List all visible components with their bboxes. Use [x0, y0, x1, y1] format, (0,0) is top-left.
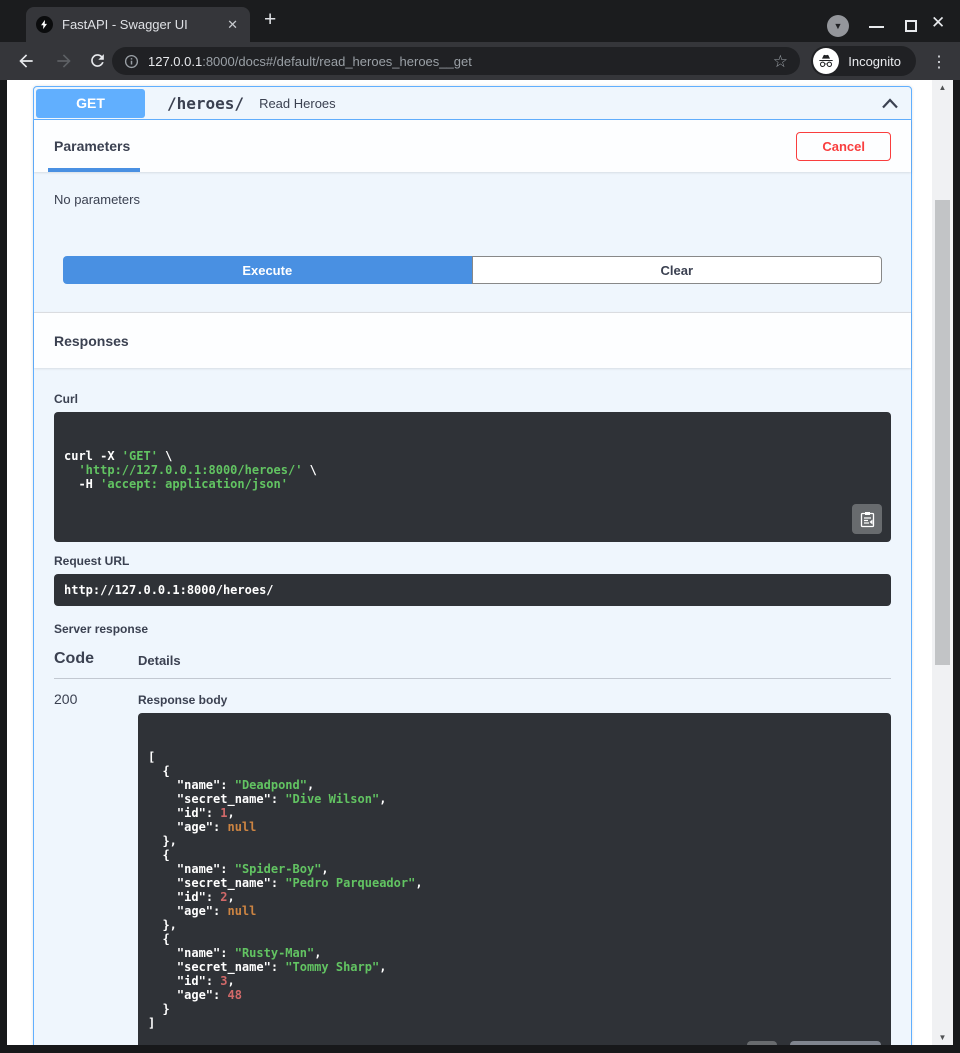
- parameters-body: No parameters: [34, 172, 911, 227]
- download-button[interactable]: Download: [790, 1041, 881, 1045]
- response-body-label: Response body: [138, 693, 891, 707]
- no-parameters-text: No parameters: [54, 192, 891, 207]
- new-tab-icon[interactable]: +: [264, 8, 276, 32]
- opblock-summary[interactable]: GET /heroes/ Read Heroes: [34, 87, 911, 120]
- parameters-header: Parameters Cancel: [34, 120, 911, 172]
- clear-button[interactable]: Clear: [472, 256, 883, 284]
- execute-button[interactable]: Execute: [63, 256, 472, 284]
- browser-menu-icon[interactable]: ⋮: [931, 52, 947, 72]
- endpoint-summary: Read Heroes: [259, 96, 336, 111]
- reload-icon[interactable]: [88, 51, 107, 75]
- fastapi-favicon-icon: [36, 16, 53, 33]
- copy-response-button[interactable]: [747, 1041, 777, 1045]
- incognito-badge: Incognito: [811, 46, 916, 76]
- back-icon[interactable]: [16, 51, 36, 76]
- site-info-icon[interactable]: [124, 54, 139, 69]
- collapse-chevron-icon[interactable]: [881, 98, 899, 109]
- browser-toolbar: 127.0.0.1:8000/docs#/default/read_heroes…: [0, 42, 960, 80]
- url-text: 127.0.0.1:8000/docs#/default/read_heroes…: [148, 54, 472, 69]
- tab-close-icon[interactable]: ✕: [225, 17, 240, 33]
- incognito-icon: [813, 48, 839, 74]
- cancel-button[interactable]: Cancel: [796, 132, 891, 161]
- curl-command: curl -X 'GET' \ 'http://127.0.0.1:8000/h…: [54, 412, 891, 542]
- method-badge: GET: [36, 89, 145, 118]
- curl-label: Curl: [54, 392, 891, 406]
- response-details: Response body [ { "name": "Deadpond", "s…: [138, 691, 891, 1045]
- bookmark-star-icon[interactable]: ☆: [773, 53, 788, 70]
- responses-body: Curl curl -X 'GET' \ 'http://127.0.0.1:8…: [34, 368, 911, 1045]
- server-response-row: 200 Response body [ { "name": "Deadpond"…: [54, 679, 891, 1045]
- server-response-table-head: Code Details: [54, 642, 891, 679]
- responses-title: Responses: [54, 333, 129, 349]
- browser-tab[interactable]: FastAPI - Swagger UI ✕: [26, 7, 250, 42]
- browser-titlebar: FastAPI - Swagger UI ✕ + ▼ ✕: [0, 0, 960, 42]
- url-bar[interactable]: 127.0.0.1:8000/docs#/default/read_heroes…: [112, 47, 800, 75]
- status-code: 200: [54, 691, 138, 1045]
- url-host: 127.0.0.1: [148, 54, 202, 69]
- window-close-icon[interactable]: ✕: [931, 13, 945, 33]
- copy-curl-button[interactable]: [852, 504, 882, 534]
- response-body-actions: Download: [747, 1041, 881, 1045]
- tab-search-icon[interactable]: ▼: [827, 15, 849, 37]
- execute-row: Execute Clear: [34, 227, 911, 312]
- url-path: :8000/docs#/default/read_heroes_heroes__…: [202, 54, 472, 69]
- parameters-tab-underline: [48, 168, 140, 172]
- tab-title: FastAPI - Swagger UI: [62, 17, 225, 32]
- request-url-value: http://127.0.0.1:8000/heroes/: [54, 574, 891, 606]
- opblock-get-heroes: GET /heroes/ Read Heroes Parameters Canc…: [33, 86, 912, 1045]
- scrollbar-thumb[interactable]: [935, 200, 950, 665]
- responses-header: Responses: [34, 312, 911, 368]
- server-response-label: Server response: [54, 622, 891, 636]
- incognito-label: Incognito: [848, 54, 901, 69]
- endpoint-path: /heroes/: [167, 94, 244, 113]
- parameters-title: Parameters: [54, 138, 130, 154]
- details-column-header: Details: [138, 650, 181, 668]
- page-content: GET /heroes/ Read Heroes Parameters Canc…: [7, 80, 932, 1045]
- window-minimize-icon[interactable]: [869, 26, 884, 28]
- response-body: [ { "name": "Deadpond", "secret_name": "…: [138, 713, 891, 1045]
- swagger-page: GET /heroes/ Read Heroes Parameters Canc…: [7, 80, 953, 1045]
- forward-icon[interactable]: [54, 51, 74, 76]
- code-column-header: Code: [54, 650, 138, 668]
- scrollbar-down-icon[interactable]: ▼: [932, 1033, 953, 1042]
- window-maximize-icon[interactable]: [905, 20, 917, 32]
- scrollbar-up-icon[interactable]: ▲: [932, 83, 953, 92]
- request-url-label: Request URL: [54, 554, 891, 568]
- page-scrollbar[interactable]: ▲ ▼: [932, 80, 953, 1045]
